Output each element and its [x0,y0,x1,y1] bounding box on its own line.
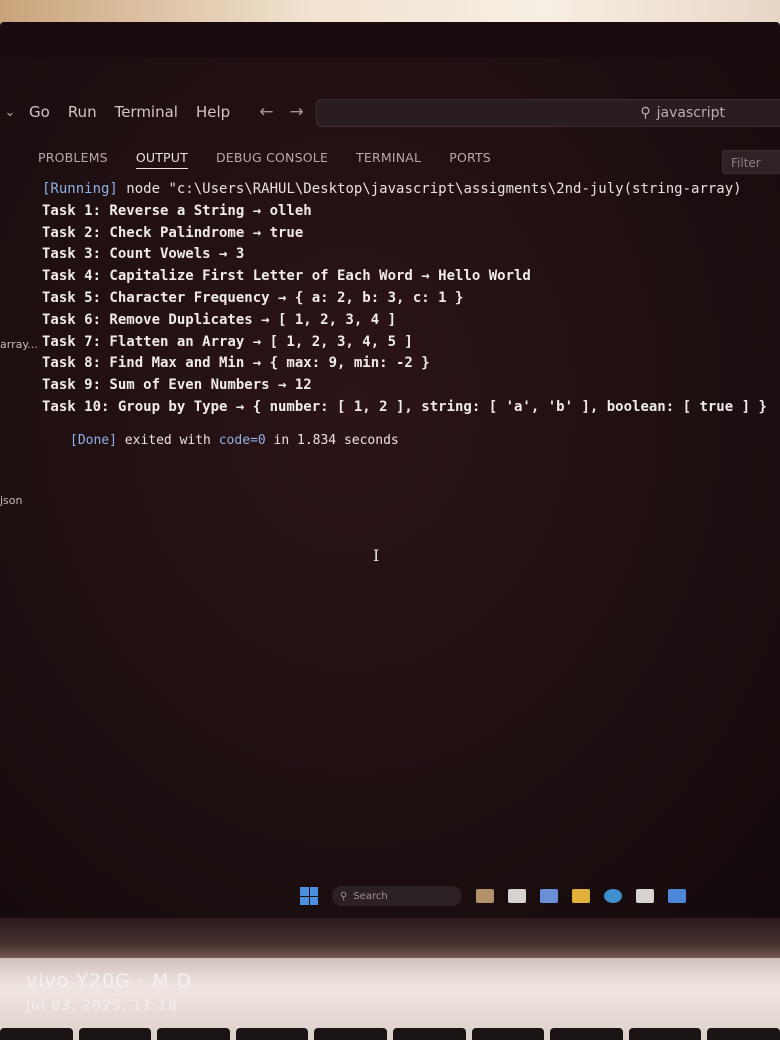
text-cursor-icon: I [373,546,380,565]
taskbar-app-icon[interactable] [476,889,494,903]
menu-run[interactable]: Run [59,103,106,121]
chevron-down-icon[interactable]: ⌄ [0,105,20,120]
taskbar-search[interactable]: ⚲ Search [332,886,462,906]
tab-output[interactable]: OUTPUT [135,150,188,169]
panel-tabs: PROBLEMS OUTPUT DEBUG CONSOLE TERMINAL P… [38,146,519,172]
taskbar-app-icon[interactable] [540,889,558,903]
command-center[interactable]: ⚲ javascript [316,99,780,127]
filter-input[interactable]: Filter [722,150,780,174]
output-line: Task 2: Check Palindrome → true [42,224,304,241]
sidebar-item-array[interactable]: array... [0,338,38,351]
command-center-text: javascript [656,105,725,121]
output-line: Task 6: Remove Duplicates → [ 1, 2, 3, 4… [42,311,397,328]
keyboard [0,1028,780,1040]
tab-ports[interactable]: PORTS [449,150,491,168]
running-tag: [Running] [42,181,118,197]
output-line: Task 8: Find Max and Min → { max: 9, min… [42,355,430,372]
output-line: Task 10: Group by Type → { number: [ 1, … [42,398,767,415]
tab-terminal[interactable]: TERMINAL [356,150,421,168]
output-line: Task 3: Count Vowels → 3 [42,246,245,263]
sidebar-item-json[interactable]: json [0,494,23,507]
menu-terminal[interactable]: Terminal [106,103,187,121]
output-line: Task 4: Capitalize First Letter of Each … [42,268,531,285]
taskbar: ⚲ Search [300,880,780,912]
output-line: Task 1: Reverse a String → olleh [42,202,312,219]
camera-watermark: vivo Y20G · M D Jul 03, 2025, 11:18 [26,970,192,1014]
folder-icon[interactable] [572,889,590,903]
taskbar-app-icon[interactable] [636,889,654,903]
tab-debug-console[interactable]: DEBUG CONSOLE [216,150,328,168]
edge-icon[interactable] [604,889,622,903]
output-line: Task 5: Character Frequency → { a: 2, b:… [42,289,464,306]
output-line: Task 9: Sum of Even Numbers → 12 [42,377,312,394]
taskbar-app-icon[interactable] [508,889,526,903]
running-line: [Running] node "c:\Users\RAHUL\Desktop\j… [42,181,780,203]
menu-help[interactable]: Help [187,103,239,121]
running-command: node "c:\Users\RAHUL\Desktop\javascript\… [126,181,742,197]
menu-bar: ⌄ Go Run Terminal Help ← → ⚲ javascript [0,90,780,134]
done-line: [Done] exited with code=0 in 1.834 secon… [42,433,780,448]
output-line: Task 7: Flatten an Array → [ 1, 2, 3, 4,… [42,333,413,350]
search-icon: ⚲ [340,890,348,902]
output-panel: [Running] node "c:\Users\RAHUL\Desktop\j… [42,181,780,448]
exit-code: code=0 [218,432,266,448]
tab-problems[interactable]: PROBLEMS [38,150,108,168]
watermark-device: vivo Y20G · M D [26,970,193,992]
done-post: in 1.834 seconds [265,432,399,448]
done-tag: [Done] [70,432,117,448]
watermark-datetime: Jul 03, 2025, 11:18 [26,998,178,1014]
vscode-icon[interactable] [668,889,686,903]
arrow-right-icon[interactable]: → [289,102,303,122]
search-icon: ⚲ [640,105,651,121]
arrow-left-icon[interactable]: ← [259,102,273,122]
taskbar-search-label: Search [353,890,388,902]
done-pre: exited with [116,432,219,448]
menu-go[interactable]: Go [20,103,59,121]
windows-start-icon[interactable] [300,887,318,905]
